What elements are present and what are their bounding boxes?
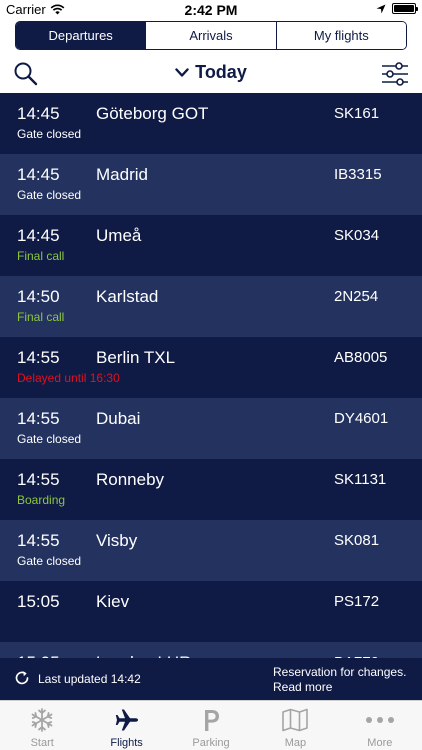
tab-start[interactable]: Start [0,701,84,750]
tab-map[interactable]: Map [253,701,337,750]
flight-status: Delayed until 16:30 [17,371,120,385]
departure-time: 14:50 [17,287,60,306]
tab-map-label: Map [284,737,307,749]
flight-number: SK161 [334,105,380,122]
status-bar-right [376,3,418,14]
day-selector[interactable]: Today [0,62,422,83]
departure-time: 14:55 [17,348,60,367]
flight-row[interactable]: 14:45 Umeå SK034 Final call [0,215,422,276]
segment-departures[interactable]: Departures [16,22,146,49]
departure-time: 14:55 [17,409,60,428]
departure-time: 14:55 [17,470,60,489]
flight-status: Final call [17,310,65,324]
departure-time: 14:55 [17,531,60,550]
departures-list: 14:45 Göteborg GOT SK161 Gate closed 14:45 Ma… [0,93,422,658]
read-more-link[interactable]: Read more [273,680,418,695]
segment-arrivals[interactable]: Arrivals [145,22,276,49]
departure-time: 14:45 [17,165,60,184]
flight-number: PS172 [334,593,380,610]
flight-number: AB8005 [334,349,388,366]
flight-number: SK081 [334,532,380,549]
snowflake-icon [27,707,57,733]
refresh-icon[interactable] [14,670,30,686]
flight-row[interactable]: 14:55 Dubai DY4601 Gate closed [0,398,422,459]
destination: Karlstad [96,287,159,306]
flight-row[interactable]: 15:05London LHRBA779 [0,642,422,658]
notice-text: Reservation for changes. [273,665,407,679]
flight-row[interactable]: 14:45 Madrid IB3315 Gate closed [0,154,422,215]
battery-icon [392,3,418,14]
tab-flights[interactable]: Flights [84,701,168,750]
map-icon [280,707,310,733]
tab-more[interactable]: More [338,701,422,750]
departure-time: 14:45 [17,226,60,245]
destination: Madrid [96,165,148,184]
flight-status: Gate closed [17,554,82,568]
destination: Ronneby [96,470,165,489]
flight-row[interactable]: 14:45 Göteborg GOT SK161 Gate closed [0,93,422,154]
segment-my-flights[interactable]: My flights [275,22,406,49]
departure-time: 15:05 [17,592,60,611]
flight-status: Gate closed [17,188,82,202]
reservation-notice[interactable]: Reservation for changes. Read more [273,665,418,695]
flight-row[interactable]: 14:55 Berlin TXL AB8005 Delayed until 16:30 [0,337,422,398]
flight-number: DY4601 [334,410,389,427]
more-dots-icon [365,707,395,733]
destination: Kiev [96,592,130,611]
tab-parking[interactable]: Parking [169,701,253,750]
destination: Umeå [96,226,142,245]
flight-number: SK034 [334,227,380,244]
airplane-icon [112,707,142,733]
flight-status: Boarding [17,493,66,507]
flight-number: 2N254 [334,288,379,305]
flights-toolbar: Today [0,54,422,94]
tab-parking-label: Parking [192,737,230,749]
location-arrow-icon [376,4,386,13]
tab-bar: Start Flights Parking Map More [0,700,422,750]
destination: Visby [96,531,138,550]
departure-time: 14:45 [17,104,60,123]
day-label: Today [195,62,247,82]
chevron-down-icon [175,67,189,77]
filter-sliders-icon[interactable] [380,60,410,88]
flight-row[interactable]: 14:55 Ronneby SK1131 Boarding [0,459,422,520]
flight-status: Gate closed [17,432,82,446]
destination: Dubai [96,409,141,428]
info-bar: Last updated 14:42 Reservation for chang… [0,658,422,700]
flight-row[interactable]: 14:50 Karlstad 2N254 Final call [0,276,422,337]
tab-start-label: Start [30,737,54,749]
tab-more-label: More [367,737,393,749]
flight-row[interactable]: 15:05 Kiev PS172 [0,581,422,642]
destination: Göteborg GOT [96,104,209,123]
flight-status: Gate closed [17,127,82,141]
parking-icon [196,707,226,733]
flight-row[interactable]: 14:55 Visby SK081 Gate closed [0,520,422,581]
flight-type-segmented-control: Departures Arrivals My flights [15,21,407,50]
last-updated-label: Last updated 14:42 [38,672,141,686]
status-bar: Carrier 2:42 PM [0,0,422,20]
tab-flights-label: Flights [110,737,143,749]
destination: Berlin TXL [96,348,176,367]
flight-number: SK1131 [334,471,387,488]
flight-number: IB3315 [334,166,382,183]
flight-status: Final call [17,249,65,263]
clock: 2:42 PM [184,2,238,18]
